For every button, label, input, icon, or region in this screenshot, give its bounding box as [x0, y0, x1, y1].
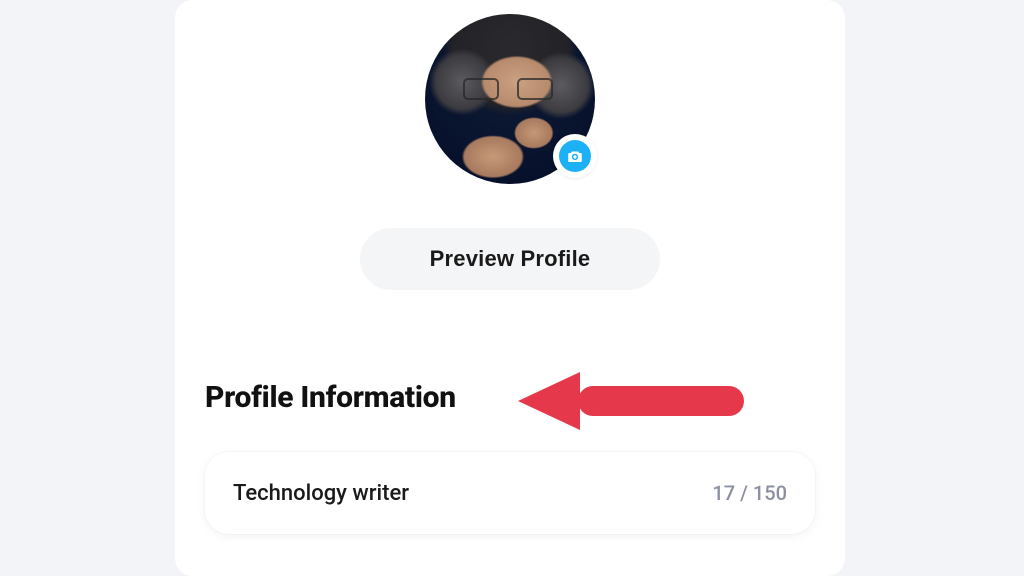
bio-input-field[interactable]: Technology writer 17 / 150: [205, 452, 815, 534]
avatar-container: [425, 14, 595, 184]
avatar-glasses-detail: [463, 78, 553, 98]
profile-information-heading: Profile Information: [205, 380, 456, 415]
bio-value: Technology writer: [233, 481, 712, 506]
change-photo-button[interactable]: [553, 134, 597, 178]
preview-profile-button[interactable]: Preview Profile: [360, 228, 660, 290]
bio-char-counter: 17 / 150: [712, 481, 787, 505]
profile-settings-card: Preview Profile Profile Information Tech…: [175, 0, 845, 576]
camera-plus-icon: [559, 140, 591, 172]
